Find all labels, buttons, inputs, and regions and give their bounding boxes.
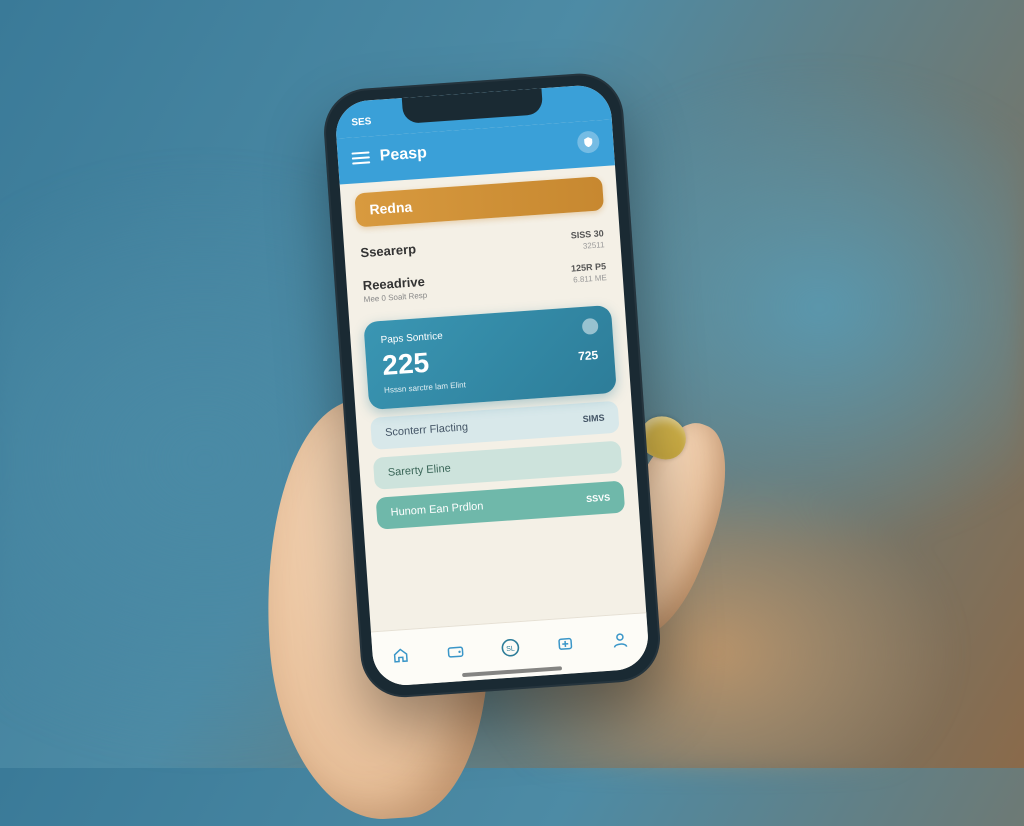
card-dot-icon <box>582 318 599 335</box>
row-title: Reeadrive <box>362 274 426 293</box>
home-indicator <box>462 666 562 677</box>
app-title: Peasp <box>379 135 568 166</box>
tab-home[interactable] <box>384 639 416 671</box>
phone-screen: SES Peasp Redna Ssearerp <box>334 83 650 687</box>
menu-icon[interactable] <box>351 151 370 164</box>
balance-secondary: 725 <box>578 348 599 363</box>
tab-bar: SL <box>371 612 650 687</box>
tab-profile[interactable] <box>604 624 636 656</box>
action-pill[interactable]: Hunom Ean Prdlon SSVS <box>376 480 626 529</box>
pill-label: Sconterr Flacting <box>385 421 469 439</box>
tab-add[interactable] <box>549 627 581 659</box>
row-subtitle: Mee 0 Soalt Resp <box>363 291 427 304</box>
pill-label: Sarerty Eline <box>387 462 451 478</box>
pill-label: Hunom Ean Prdlon <box>390 500 484 518</box>
balance-card[interactable]: Paps Sontrice 225 725 Hsssn sarctre lam … <box>363 305 617 410</box>
balance-label: Paps Sontrice <box>380 331 443 346</box>
row-value-secondary: 32511 <box>571 240 605 251</box>
banner-label: Redna <box>369 199 413 218</box>
svg-text:SL: SL <box>506 645 515 653</box>
pill-tag: SSVS <box>586 492 611 504</box>
summary-list: Ssearerp SISS 30 32511 Reeadrive Mee 0 S… <box>343 217 624 315</box>
pill-tag: SIMS <box>582 413 605 425</box>
row-value-secondary: 6.811 ME <box>572 273 608 284</box>
shield-icon[interactable] <box>577 130 600 153</box>
row-value-primary: SISS 30 <box>570 228 604 240</box>
tab-wallet[interactable] <box>439 635 471 667</box>
row-value-primary: 125R P5 <box>571 261 607 273</box>
tab-card[interactable]: SL <box>494 631 526 663</box>
row-title: Ssearerp <box>360 241 417 260</box>
status-left: SES <box>351 116 372 128</box>
phone-in-hand-scene: SES Peasp Redna Ssearerp <box>321 71 663 700</box>
phone-frame: SES Peasp Redna Ssearerp <box>321 71 663 700</box>
